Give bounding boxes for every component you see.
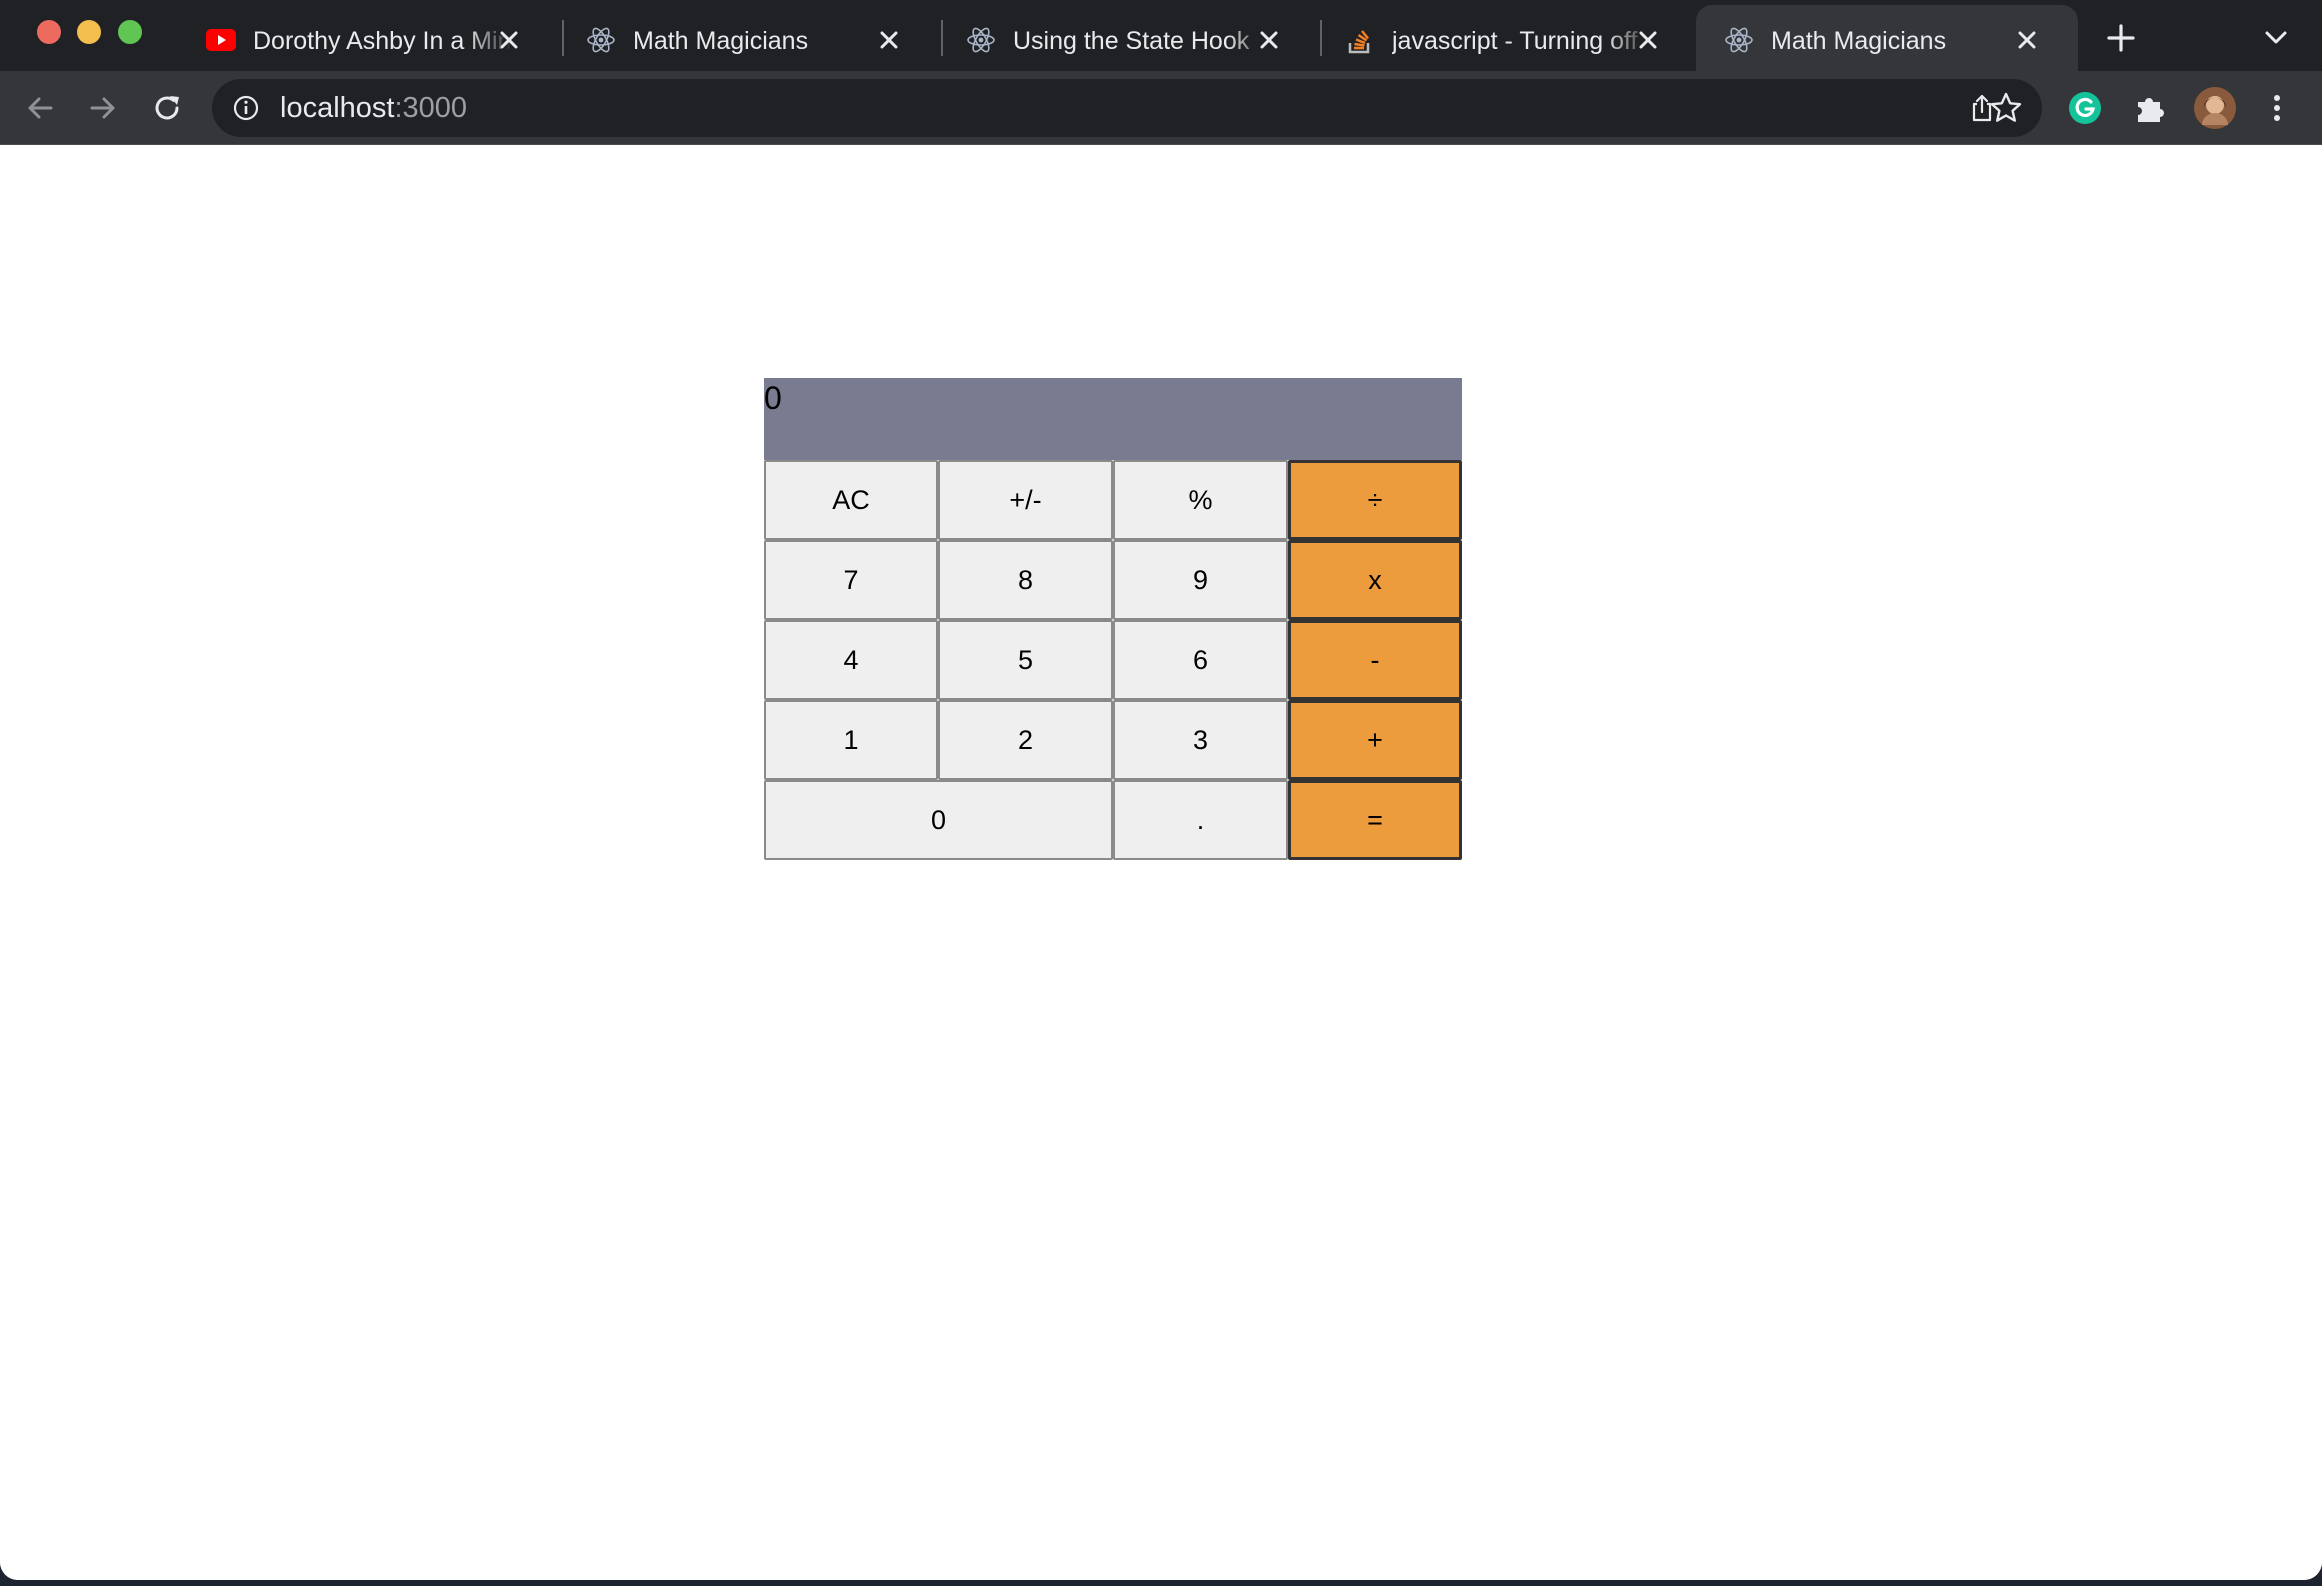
tab-title: Dorothy Ashby In a Minute	[253, 27, 513, 55]
percent-button[interactable]: %	[1113, 460, 1288, 540]
minus-button[interactable]: -	[1288, 620, 1462, 700]
digit-5-button[interactable]: 5	[938, 620, 1113, 700]
close-tab-icon[interactable]	[494, 25, 524, 55]
tab-strip: Dorothy Ashby In a Minute Math Magicians…	[0, 0, 2322, 71]
digit-6-button[interactable]: 6	[1113, 620, 1288, 700]
equals-button[interactable]: =	[1288, 780, 1462, 860]
url-text: localhost:3000	[280, 91, 467, 125]
tab-title: Math Magicians	[633, 27, 809, 55]
forward-arrow-icon[interactable]	[84, 89, 122, 127]
react-icon	[1724, 25, 1754, 55]
profile-avatar[interactable]	[2194, 87, 2236, 129]
stackoverflow-icon	[1345, 25, 1375, 55]
close-tab-icon[interactable]	[2012, 25, 2042, 55]
page-content: 0 AC +/- % ÷ 7 8 9 x 4 5 6 - 1 2 3 + 0 .…	[0, 146, 2322, 1580]
new-tab-button[interactable]	[2105, 22, 2137, 54]
calculator-display: 0	[764, 378, 1462, 460]
digit-9-button[interactable]: 9	[1113, 540, 1288, 620]
sign-toggle-button[interactable]: +/-	[938, 460, 1113, 540]
info-icon[interactable]	[232, 94, 260, 122]
close-tab-icon[interactable]	[1254, 25, 1284, 55]
digit-7-button[interactable]: 7	[764, 540, 938, 620]
zoom-window-button[interactable]	[118, 20, 142, 44]
browser-toolbar: localhost:3000	[0, 71, 2322, 145]
close-window-button[interactable]	[37, 20, 61, 44]
calculator: 0 AC +/- % ÷ 7 8 9 x 4 5 6 - 1 2 3 + 0 .…	[764, 378, 1462, 860]
back-arrow-icon[interactable]	[21, 89, 59, 127]
close-tab-icon[interactable]	[1633, 25, 1663, 55]
minimize-window-button[interactable]	[77, 20, 101, 44]
digit-0-button[interactable]: 0	[764, 780, 1113, 860]
tab-javascript-turning-off[interactable]: javascript - Turning off	[1317, 5, 1697, 71]
digit-1-button[interactable]: 1	[764, 700, 938, 780]
grammarly-icon[interactable]	[2066, 89, 2104, 127]
url-host: localhost	[280, 92, 395, 124]
extensions-puzzle-icon[interactable]	[2131, 89, 2169, 127]
tab-math-magicians-active[interactable]: Math Magicians	[1696, 5, 2078, 71]
tab-dorothy-ashby[interactable]: Dorothy Ashby In a Minute	[178, 5, 558, 71]
react-icon	[966, 25, 996, 55]
digit-4-button[interactable]: 4	[764, 620, 938, 700]
plus-button[interactable]: +	[1288, 700, 1462, 780]
divide-button[interactable]: ÷	[1288, 460, 1462, 540]
address-bar[interactable]: localhost:3000	[212, 79, 2042, 137]
decimal-point-button[interactable]: .	[1113, 780, 1288, 860]
more-menu-icon[interactable]	[2258, 89, 2296, 127]
digit-3-button[interactable]: 3	[1113, 700, 1288, 780]
chevron-down-icon[interactable]	[2261, 26, 2291, 50]
reload-icon[interactable]	[148, 89, 186, 127]
tab-title: javascript - Turning off	[1392, 27, 1638, 55]
digit-8-button[interactable]: 8	[938, 540, 1113, 620]
tab-math-magicians-1[interactable]: Math Magicians	[558, 5, 938, 71]
bookmark-star-icon[interactable]	[1987, 89, 2025, 127]
url-port: :3000	[394, 92, 468, 124]
react-icon	[586, 25, 616, 55]
ac-button[interactable]: AC	[764, 460, 938, 540]
close-tab-icon[interactable]	[874, 25, 904, 55]
digit-2-button[interactable]: 2	[938, 700, 1113, 780]
youtube-icon	[206, 25, 236, 55]
tab-title: Math Magicians	[1771, 27, 1947, 55]
multiply-button[interactable]: x	[1288, 540, 1462, 620]
tab-using-state-hook[interactable]: Using the State Hook	[938, 5, 1318, 71]
browser-window: Dorothy Ashby In a Minute Math Magicians…	[0, 0, 2322, 1580]
tab-title: Using the State Hook	[1013, 27, 1250, 55]
